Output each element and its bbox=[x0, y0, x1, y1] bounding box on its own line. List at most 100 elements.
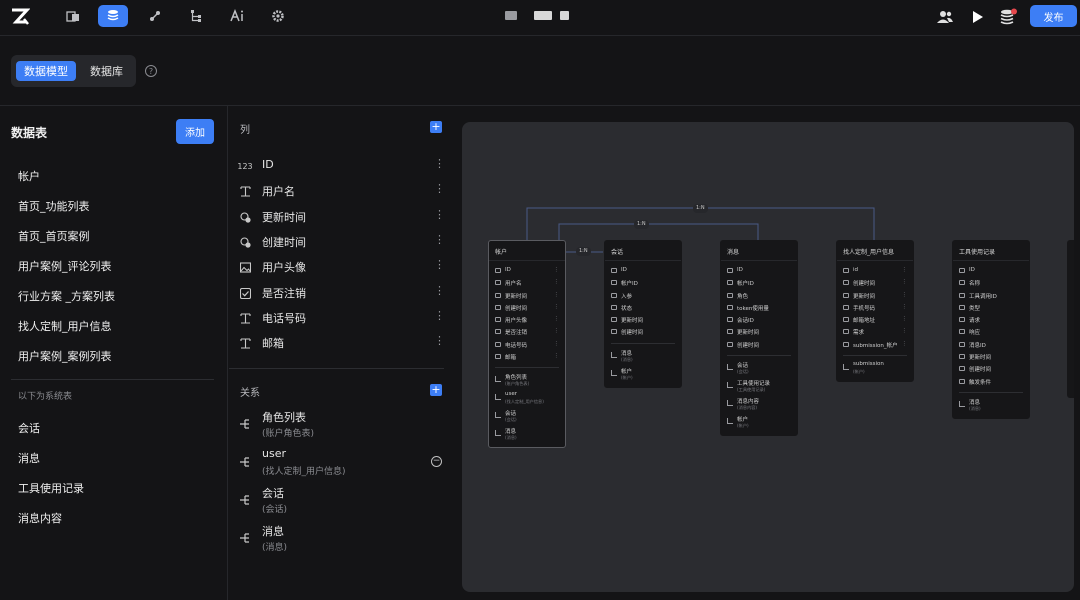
tab-data-model[interactable]: 数据模型 bbox=[16, 61, 76, 81]
card-field: 触发条件 bbox=[953, 376, 1029, 388]
card-field: 创建时间 bbox=[953, 363, 1029, 375]
relation-icon bbox=[240, 457, 249, 467]
card-field: ID bbox=[953, 265, 1029, 277]
users-icon[interactable] bbox=[936, 8, 954, 26]
relation-icon bbox=[240, 495, 249, 505]
card-relation: 会话 (会话) bbox=[721, 360, 797, 378]
system-table-item[interactable]: 会话 bbox=[18, 420, 40, 436]
more-icon[interactable]: ⋮ bbox=[434, 157, 445, 170]
relation-row[interactable]: user (找人定制_用户信息) − bbox=[229, 447, 454, 479]
column-row[interactable]: 是否注销 ⋮ bbox=[229, 283, 454, 303]
column-name: 电话号码 bbox=[262, 312, 306, 325]
column-row[interactable]: 电话号码 ⋮ bbox=[229, 308, 454, 328]
more-icon[interactable]: ⋮ bbox=[434, 182, 445, 195]
add-relation-button[interactable]: + bbox=[430, 384, 442, 396]
card-field: 会话ID bbox=[721, 314, 797, 326]
workflow-icon[interactable] bbox=[140, 5, 170, 27]
table-item[interactable]: 首页_功能列表 bbox=[18, 198, 90, 214]
column-row[interactable]: 邮箱 ⋮ bbox=[229, 333, 454, 353]
relation-name: 会话 bbox=[262, 487, 284, 500]
card-title: 消息 bbox=[721, 241, 797, 261]
table-item[interactable]: 用户案例_评论列表 bbox=[18, 258, 112, 274]
text-icon bbox=[239, 312, 251, 324]
more-icon[interactable]: ⋮ bbox=[434, 284, 445, 297]
column-row[interactable]: 更新时间 ⋮ bbox=[229, 207, 454, 227]
card-field: 邮箱 ⋮ bbox=[489, 351, 565, 363]
card-field: 消息ID bbox=[953, 339, 1029, 351]
card-field: 创建时间 ⋮ bbox=[489, 302, 565, 314]
db-status-icon[interactable] bbox=[1000, 8, 1018, 26]
divider bbox=[229, 368, 444, 369]
card-field: 帐户ID bbox=[721, 277, 797, 289]
more-icon[interactable]: ⋮ bbox=[434, 309, 445, 322]
more-icon[interactable]: ⋮ bbox=[434, 208, 445, 221]
card-relation: 工具使用记录 (工具使用记录) bbox=[721, 378, 797, 396]
pages-icon[interactable] bbox=[58, 5, 88, 27]
card-field: 工具调用ID bbox=[953, 290, 1029, 302]
relation-row[interactable]: 角色列表 (账户角色表) bbox=[229, 409, 454, 441]
column-row[interactable]: 用户头像 ⋮ bbox=[229, 257, 454, 277]
logo-icon[interactable] bbox=[10, 7, 30, 27]
column-row[interactable]: 用户名 ⋮ bbox=[229, 181, 454, 201]
database-icon[interactable] bbox=[98, 5, 128, 27]
card-relation: 消息 (消息) bbox=[953, 397, 1029, 415]
view-tabs-bar: 数据模型 数据库 ? bbox=[0, 36, 1080, 106]
er-diagram-canvas[interactable]: 1:N 1:N 1:N 帐户 ID ⋮ 用户名 ⋮ 更新时间 ⋮ 创建时间 ⋮ 用户头像… bbox=[462, 122, 1074, 592]
table-card[interactable]: 工具使用记录 ID 名称 工具调用ID 类型 请求 响应 消息ID 更新时间 创… bbox=[952, 240, 1030, 419]
table-item[interactable]: 用户案例_案例列表 bbox=[18, 348, 112, 364]
card-field: ID bbox=[605, 265, 681, 277]
add-column-button[interactable]: + bbox=[430, 121, 442, 133]
ai-icon[interactable] bbox=[222, 5, 252, 27]
app-title-redacted bbox=[560, 11, 569, 20]
more-icon[interactable]: ⋮ bbox=[434, 334, 445, 347]
system-tables-label: 以下为系统表 bbox=[18, 392, 73, 402]
top-bar: 发布 bbox=[0, 0, 1080, 36]
more-icon[interactable]: ⋮ bbox=[434, 233, 445, 246]
remove-relation-icon[interactable]: − bbox=[431, 456, 442, 467]
settings-icon[interactable] bbox=[263, 5, 293, 27]
card-field: 是否注销 ⋮ bbox=[489, 326, 565, 338]
system-table-item[interactable]: 消息 bbox=[18, 450, 40, 466]
card-field: 入参 bbox=[605, 290, 681, 302]
relation-name: user bbox=[262, 447, 286, 460]
table-card[interactable]: 消息 ID 帐户ID 角色 token使用量 会话ID 更新时间 创建时间 会话… bbox=[720, 240, 798, 437]
relation-target: (消息) bbox=[262, 543, 288, 553]
system-table-item[interactable]: 工具使用记录 bbox=[18, 480, 84, 496]
card-field: id ⋮ bbox=[837, 265, 913, 277]
relations-section-title: 关系 bbox=[240, 388, 260, 399]
table-card[interactable]: 帐户 ID ⋮ 用户名 ⋮ 更新时间 ⋮ 创建时间 ⋮ 用户头像 ⋮ 是否注销 ⋮ 电话号码… bbox=[488, 240, 566, 449]
relation-row[interactable]: 会话 (会话) bbox=[229, 485, 454, 517]
help-icon[interactable]: ? bbox=[145, 65, 157, 77]
text-icon bbox=[239, 337, 251, 349]
card-field: 类型 bbox=[953, 302, 1029, 314]
relation-name: 消息 bbox=[262, 525, 284, 538]
card-field: 创建时间 ⋮ bbox=[837, 277, 913, 289]
number-icon: 123 bbox=[237, 161, 253, 171]
add-table-button[interactable]: 添加 bbox=[176, 119, 214, 144]
card-field: 创建时间 bbox=[605, 326, 681, 338]
card-field: 更新时间 bbox=[721, 326, 797, 338]
card-relation: 会话 (会话) bbox=[489, 408, 565, 426]
column-name: 是否注销 bbox=[262, 287, 306, 300]
tree-icon[interactable] bbox=[181, 5, 211, 27]
column-row[interactable]: 创建时间 ⋮ bbox=[229, 232, 454, 252]
table-item[interactable]: 帐户 bbox=[18, 168, 40, 184]
image-icon bbox=[239, 261, 251, 273]
tab-database[interactable]: 数据库 bbox=[82, 61, 131, 81]
table-card[interactable]: 找人定制_用户信息 id ⋮ 创建时间 ⋮ 更新时间 ⋮ 手机号码 ⋮ 邮箱地址 ⋮ 需求… bbox=[836, 240, 914, 383]
column-name: 创建时间 bbox=[262, 236, 306, 249]
system-table-item[interactable]: 消息内容 bbox=[18, 510, 62, 526]
column-name: 更新时间 bbox=[262, 211, 306, 224]
more-icon[interactable]: ⋮ bbox=[434, 258, 445, 271]
column-row[interactable]: 123 ID ⋮ bbox=[229, 156, 454, 176]
table-item[interactable]: 找人定制_用户信息 bbox=[18, 318, 112, 334]
card-field: 手机号码 ⋮ bbox=[837, 302, 913, 314]
publish-button[interactable]: 发布 bbox=[1030, 5, 1077, 27]
play-icon[interactable] bbox=[969, 8, 987, 26]
table-card[interactable]: 会话 ID 帐户ID 入参 状态 更新时间 创建时间 消息 (消息) 帐户 (帐户) bbox=[604, 240, 682, 388]
table-card-partial[interactable] bbox=[1067, 240, 1074, 398]
table-item[interactable]: 首页_首页案例 bbox=[18, 228, 90, 244]
relation-row[interactable]: 消息 (消息) bbox=[229, 523, 454, 555]
card-title: 找人定制_用户信息 bbox=[837, 241, 913, 261]
table-item[interactable]: 行业方案 _方案列表 bbox=[18, 288, 115, 304]
